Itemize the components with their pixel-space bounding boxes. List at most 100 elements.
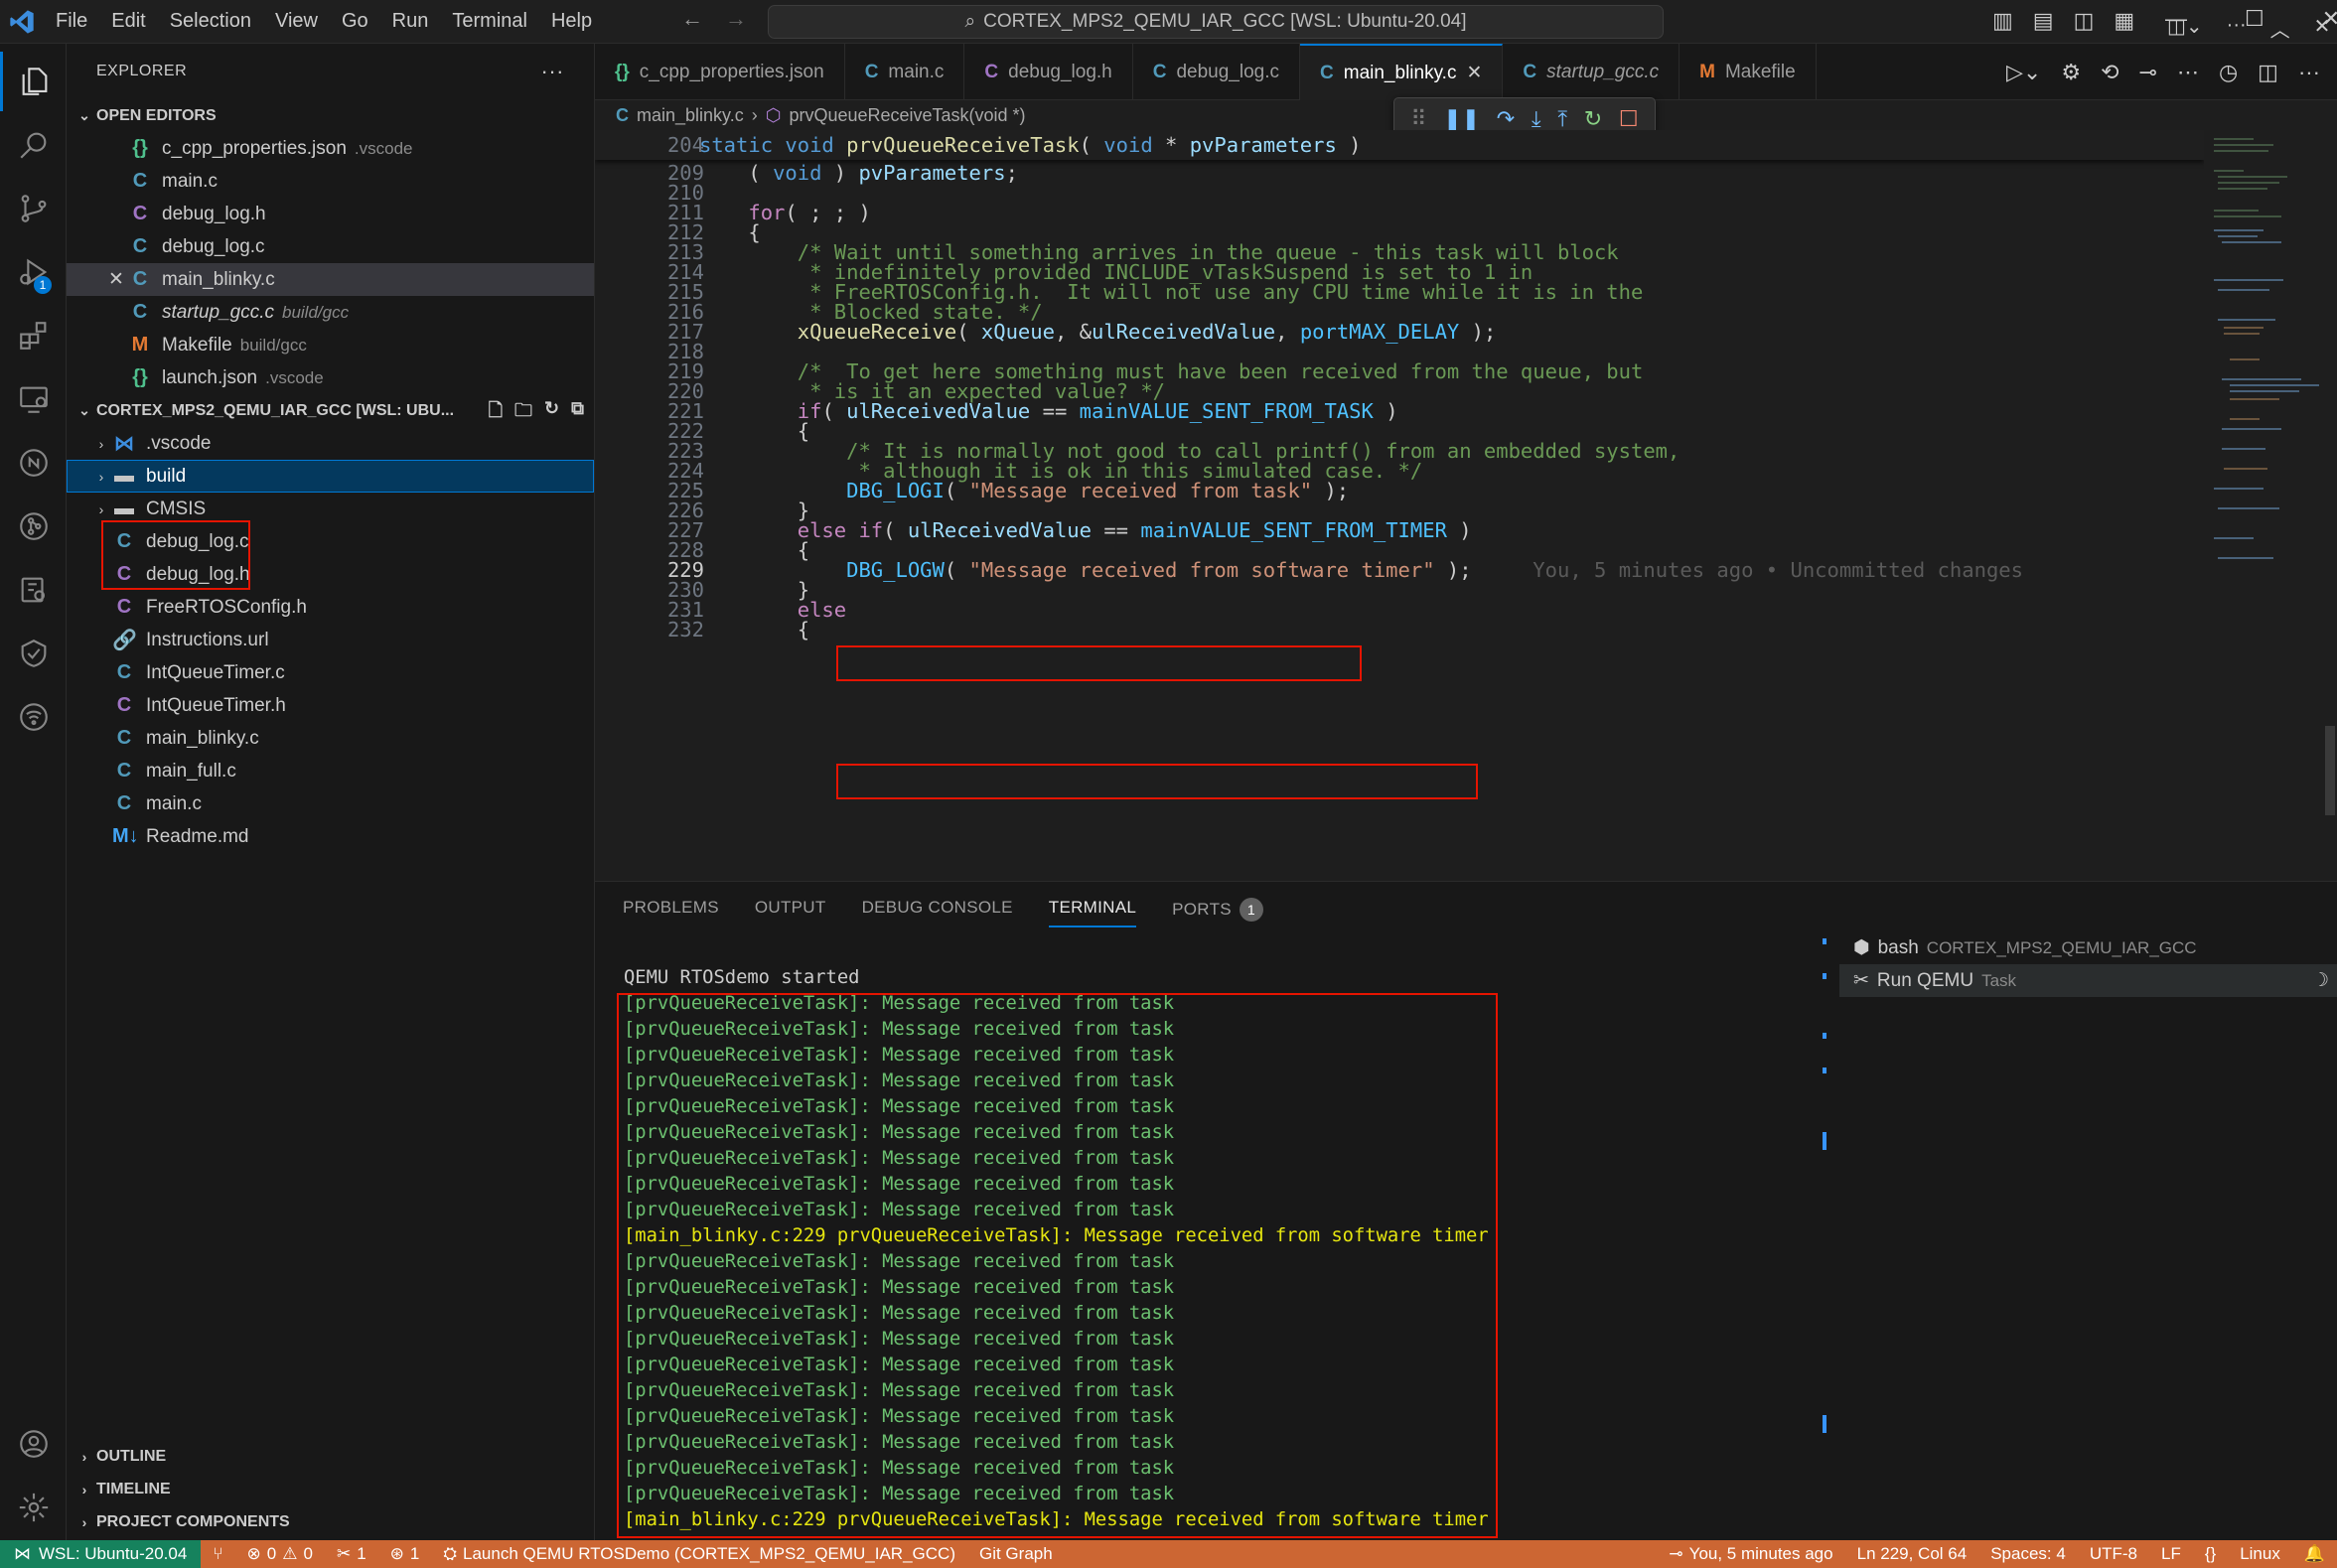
- tab-terminal[interactable]: TERMINAL: [1048, 898, 1137, 927]
- more-actions-icon[interactable]: ···: [2227, 14, 2247, 43]
- menu-run[interactable]: Run: [380, 10, 441, 33]
- open-editor-item[interactable]: C debug_log.h: [67, 198, 594, 230]
- stop-icon[interactable]: ☐: [1619, 106, 1639, 132]
- tab-output[interactable]: OUTPUT: [755, 898, 826, 927]
- breadcrumb-file[interactable]: main_blinky.c: [637, 105, 744, 126]
- tree-folder-cmsis[interactable]: › ▬ CMSIS: [67, 493, 594, 525]
- open-editor-item[interactable]: {} c_cpp_properties.json .vscode: [67, 132, 594, 165]
- ports-indicator[interactable]: ⊛ 1: [378, 1544, 432, 1564]
- git-commit-icon[interactable]: ⊸: [2139, 60, 2157, 85]
- cmake-icon[interactable]: [0, 433, 67, 493]
- language-mode[interactable]: {}: [2193, 1544, 2228, 1564]
- terminal-item-run-qemu[interactable]: ✂ Run QEMU Task ☽: [1839, 964, 2337, 997]
- tree-file[interactable]: C IntQueueTimer.c: [67, 656, 594, 689]
- toggle-sidebar-icon[interactable]: ▥: [1992, 8, 2013, 34]
- customize-layout-icon[interactable]: ▦: [2114, 8, 2134, 34]
- open-editors-header[interactable]: ⌄ OPEN EDITORS: [67, 99, 594, 132]
- tree-file[interactable]: C IntQueueTimer.h: [67, 689, 594, 722]
- maximize-panel-icon[interactable]: ︿: [2270, 14, 2290, 43]
- close-icon[interactable]: ✕: [104, 268, 128, 291]
- close-panel-icon[interactable]: ✕: [2314, 14, 2331, 43]
- tab-main-c[interactable]: C main.c: [845, 44, 965, 100]
- remote-indicator[interactable]: ⋈ WSL: Ubuntu-20.04: [0, 1540, 202, 1568]
- manage-gear-icon[interactable]: [0, 1478, 67, 1537]
- timeline-icon[interactable]: ◷: [2219, 60, 2238, 85]
- extensions-icon[interactable]: [0, 306, 67, 365]
- collapse-all-icon[interactable]: ⧉: [571, 398, 584, 428]
- open-editor-item[interactable]: C main.c: [67, 165, 594, 198]
- tree-file[interactable]: C main_full.c: [67, 755, 594, 787]
- tree-file[interactable]: M↓ Readme.md: [67, 820, 594, 853]
- step-over-icon[interactable]: ↷: [1497, 106, 1515, 132]
- tab-problems[interactable]: PROBLEMS: [623, 898, 719, 927]
- breadcrumb-symbol[interactable]: prvQueueReceiveTask(void *): [789, 105, 1025, 126]
- tree-file[interactable]: 🔗 Instructions.url: [67, 624, 594, 656]
- settings-gear-icon[interactable]: ⚙: [2061, 60, 2081, 85]
- timeline-header[interactable]: › TIMELINE: [67, 1473, 595, 1505]
- code-line[interactable]: 232 {: [595, 615, 809, 644]
- cursor-position[interactable]: Ln 229, Col 64: [1845, 1544, 1979, 1564]
- source-control-icon[interactable]: [0, 179, 67, 238]
- new-folder-icon[interactable]: 🗀: [514, 398, 532, 428]
- testing-icon[interactable]: [0, 624, 67, 683]
- step-out-icon[interactable]: ⤒: [1557, 106, 1567, 132]
- git-blame-status[interactable]: ⊸ You, 5 minutes ago: [1657, 1544, 1844, 1564]
- close-icon[interactable]: ✕: [1466, 62, 1482, 84]
- more-actions-icon[interactable]: ···: [2298, 60, 2320, 85]
- tab-startup-gcc[interactable]: C startup_gcc.c: [1503, 44, 1680, 100]
- tree-file[interactable]: C FreeRTOSConfig.h: [67, 591, 594, 624]
- end-of-line[interactable]: LF: [2149, 1544, 2193, 1564]
- tree-folder-build[interactable]: › ▬ build: [67, 460, 594, 493]
- new-file-icon[interactable]: 🗋: [489, 398, 503, 428]
- search-icon[interactable]: [0, 115, 67, 175]
- compare-icon[interactable]: ⋯: [2177, 60, 2199, 85]
- open-editor-item[interactable]: C startup_gcc.c build/gcc: [67, 296, 594, 329]
- split-terminal-icon[interactable]: ◫⌄: [2167, 14, 2203, 43]
- open-editor-item[interactable]: M Makefile build/gcc: [67, 329, 594, 361]
- toggle-panel-icon[interactable]: ▤: [2033, 8, 2054, 34]
- split-editor-icon[interactable]: ◫: [2258, 60, 2278, 85]
- step-into-icon[interactable]: ⤓: [1532, 106, 1541, 132]
- editor-scrollbar[interactable]: [2323, 130, 2337, 881]
- menu-go[interactable]: Go: [330, 10, 380, 33]
- open-editor-item[interactable]: {} launch.json .vscode: [67, 361, 594, 394]
- minimap[interactable]: [2204, 130, 2323, 881]
- refresh-icon[interactable]: ↻: [544, 398, 559, 428]
- toggle-secondary-sidebar-icon[interactable]: ◫: [2074, 8, 2095, 34]
- notifications-bell-icon[interactable]: 🔔: [2292, 1544, 2337, 1564]
- remote-explorer-icon[interactable]: [0, 369, 67, 429]
- git-graph-button[interactable]: Git Graph: [967, 1544, 1065, 1564]
- restart-icon[interactable]: ↻: [1584, 106, 1602, 132]
- menu-help[interactable]: Help: [539, 10, 604, 33]
- run-debug-dropdown-icon[interactable]: ▷⌄: [2006, 60, 2041, 85]
- pause-icon[interactable]: ❚❚: [1443, 106, 1480, 132]
- docker-icon[interactable]: [0, 560, 67, 620]
- open-editor-item-active[interactable]: ✕ C main_blinky.c: [67, 263, 594, 296]
- back-arrow-icon[interactable]: ←: [681, 6, 703, 32]
- command-center[interactable]: ⌕ CORTEX_MPS2_QEMU_IAR_GCC [WSL: Ubuntu-…: [768, 5, 1664, 39]
- terminal-item-bash[interactable]: ⬢ bash CORTEX_MPS2_QEMU_IAR_GCC: [1839, 931, 2337, 964]
- tree-file[interactable]: C main.c: [67, 787, 594, 820]
- explorer-icon[interactable]: [0, 52, 67, 111]
- tab-ports[interactable]: PORTS 1: [1172, 898, 1263, 927]
- tab-debug-console[interactable]: DEBUG CONSOLE: [862, 898, 1013, 927]
- tab-debug-log-c[interactable]: C debug_log.c: [1133, 44, 1301, 100]
- run-debug-icon[interactable]: 1: [0, 242, 67, 302]
- wifi-feed-icon[interactable]: [0, 687, 67, 747]
- terminal-output[interactable]: QEMU RTOSdemo started [prvQueueReceiveTa…: [624, 965, 1816, 1541]
- more-actions-icon[interactable]: ···: [541, 59, 564, 84]
- menu-view[interactable]: View: [263, 10, 330, 33]
- project-components-header[interactable]: › PROJECT COMPONENTS: [67, 1505, 595, 1538]
- launch-config[interactable]: ⛭ Launch QEMU RTOSDemo (CORTEX_MPS2_QEMU_…: [431, 1544, 967, 1564]
- tree-file[interactable]: C debug_log.c: [67, 525, 594, 558]
- menu-terminal[interactable]: Terminal: [440, 10, 539, 33]
- menu-file[interactable]: File: [44, 10, 99, 33]
- tab-main-blinky[interactable]: C main_blinky.c ✕: [1300, 44, 1504, 100]
- platform[interactable]: Linux: [2228, 1544, 2292, 1564]
- menu-selection[interactable]: Selection: [158, 10, 263, 33]
- git-graph-icon[interactable]: [0, 497, 67, 556]
- drag-handle-icon[interactable]: ⠿: [1410, 106, 1426, 132]
- open-changes-icon[interactable]: ⟲: [2101, 60, 2118, 85]
- tree-file[interactable]: C debug_log.h: [67, 558, 594, 591]
- accounts-icon[interactable]: [0, 1414, 67, 1474]
